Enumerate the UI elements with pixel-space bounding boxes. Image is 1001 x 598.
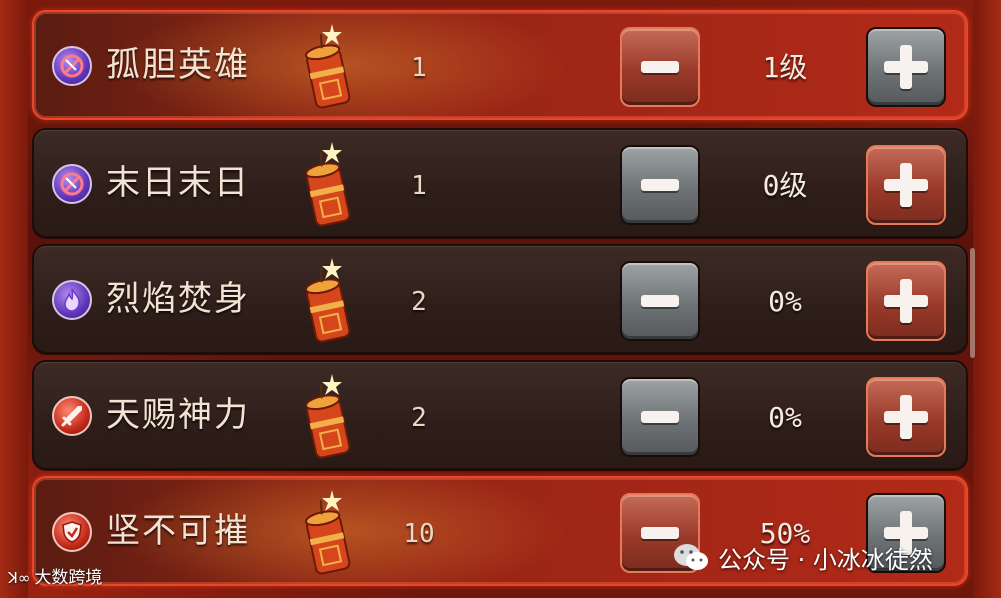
cost-value: 10 <box>403 519 435 549</box>
plus-icon <box>884 395 928 439</box>
minus-icon <box>641 411 679 423</box>
increase-button[interactable] <box>866 261 946 341</box>
firecracker-icon <box>304 24 351 109</box>
watermark-left: ꓘ∞ 大数跨境 <box>8 566 102 590</box>
scrollbar[interactable] <box>970 248 975 358</box>
level-value: 0% <box>768 285 802 318</box>
shield-icon <box>52 512 92 552</box>
skill-row: 末日末日 1 0级 <box>32 128 968 238</box>
skill-row: 孤胆英雄 1 1级 <box>32 10 968 120</box>
left-frame <box>0 0 28 598</box>
sword-icon <box>52 396 92 436</box>
watermark-right: 公众号 · 小冰冰徒然 <box>672 537 933 577</box>
watermark-left-text: 大数跨境 <box>34 568 103 588</box>
skill-name: 末日末日 <box>106 163 250 203</box>
right-frame <box>973 0 1001 598</box>
plus-icon <box>884 279 928 323</box>
increase-button[interactable] <box>866 377 946 457</box>
cost-value: 1 <box>411 171 427 201</box>
cost-value: 2 <box>411 403 427 433</box>
level-value: 0级 <box>762 169 808 202</box>
flame-icon <box>52 280 92 320</box>
decrease-button[interactable] <box>620 261 700 341</box>
skill-name: 天赐神力 <box>106 395 250 435</box>
level-value: 1级 <box>762 51 808 84</box>
wechat-icon <box>674 544 708 570</box>
firecracker-icon <box>304 258 351 343</box>
cost-value: 1 <box>411 53 427 83</box>
minus-icon <box>641 295 679 307</box>
minus-icon <box>641 179 679 191</box>
decrease-button[interactable] <box>620 27 700 107</box>
decrease-button[interactable] <box>620 377 700 457</box>
increase-button[interactable] <box>866 27 946 107</box>
skill-name: 烈焰焚身 <box>106 279 250 319</box>
skill-row: 天赐神力 2 0% <box>32 360 968 470</box>
watermark-right-text: 公众号 · 小冰冰徒然 <box>718 545 933 574</box>
skill-name: 坚不可摧 <box>106 511 250 551</box>
skill-name: 孤胆英雄 <box>106 45 250 85</box>
no-weapon-icon <box>52 164 92 204</box>
watermark-logo-icon: ꓘ∞ <box>8 569 31 587</box>
firecracker-icon <box>304 142 351 227</box>
decrease-button[interactable] <box>620 145 700 225</box>
cost-value: 2 <box>411 287 427 317</box>
increase-button[interactable] <box>866 145 946 225</box>
plus-icon <box>884 163 928 207</box>
level-value: 0% <box>768 401 802 434</box>
skill-row: 烈焰焚身 2 0% <box>32 244 968 354</box>
skill-panel: 孤胆英雄 1 1级 末日末日 1 0级 烈焰焚身 2 0% 天赐神力 2 0% … <box>0 0 1001 598</box>
firecracker-icon <box>304 374 351 459</box>
minus-icon <box>641 61 679 73</box>
plus-icon <box>884 45 928 89</box>
firecracker-icon <box>304 490 351 575</box>
no-weapon-icon <box>52 46 92 86</box>
